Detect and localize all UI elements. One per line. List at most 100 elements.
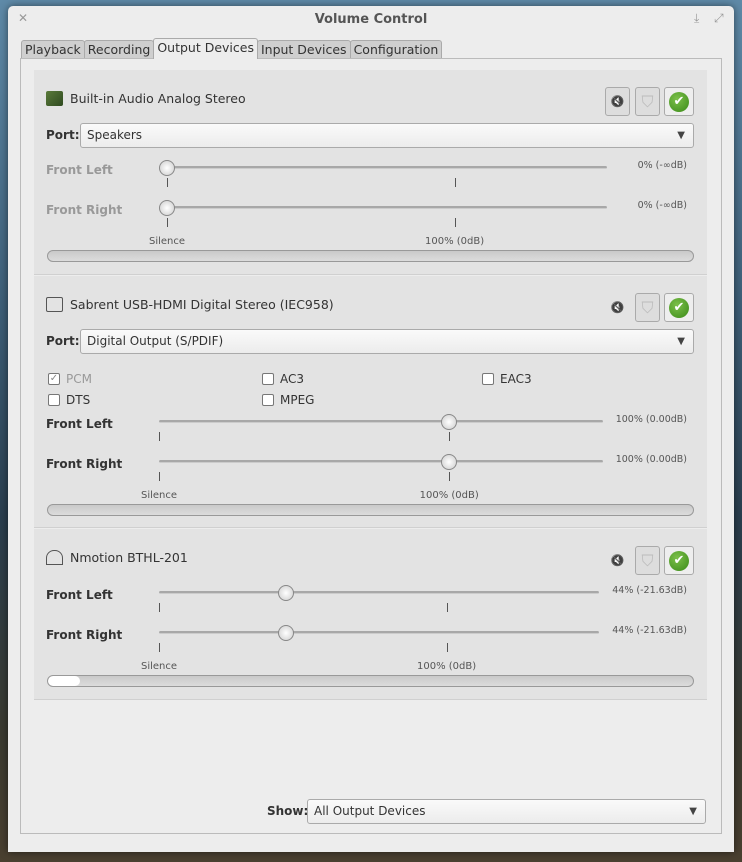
shield-icon: ⛉ [641,550,654,570]
format-checkbox-mpeg[interactable]: MPEG [262,393,314,407]
device-panel: Built-in Audio Analog Stereo 🔇 ⛉ ✔ Port: Spea… [34,70,707,275]
tick-silence [159,603,160,612]
format-label: PCM [66,372,92,386]
silence-label: Silence [140,490,178,501]
slider-handle[interactable] [441,454,458,470]
volume-slider[interactable] [159,631,599,634]
check-icon: ✔ [669,91,689,112]
volume-value: 100% (0.00dB) [615,454,687,465]
set-default-button[interactable]: ✔ [664,293,694,322]
format-checkbox-eac3[interactable]: EAC3 [482,372,532,386]
peak-meter [47,504,694,516]
tick-silence [159,643,160,652]
check-icon: ✔ [669,550,689,571]
tick-100 [454,178,456,187]
sound-card-icon [46,91,63,106]
port-label: Port: [46,128,80,142]
maximize-icon[interactable]: ⤢ [714,11,724,26]
tab-recording[interactable]: Recording [83,40,155,59]
device-name: Sabrent USB-HDMI Digital Stereo (IEC958) [70,297,334,312]
slider-handle[interactable] [159,200,175,216]
normal-volume-label: 100% (0dB) [425,236,485,247]
chevron-down-icon: ▼ [677,130,685,141]
silence-label: Silence [140,661,178,672]
slider-handle[interactable] [277,585,294,601]
normal-volume-label: 100% (0dB) [419,490,479,501]
slider-handle[interactable] [159,160,175,176]
channel-label: Front Right [46,628,123,642]
hdmi-icon [46,297,63,312]
shield-icon: ⛉ [641,91,654,111]
show-filter-value: All Output Devices [314,804,426,818]
peak-meter [47,250,694,262]
volume-value: 0% (-∞dB) [637,200,687,211]
chevron-down-icon: ▼ [689,806,697,817]
channel-label: Front Right [46,203,123,217]
set-default-button[interactable]: ✔ [664,546,694,575]
mute-button[interactable]: 🔇 [605,293,630,322]
format-checkbox-pcm: ✓ PCM [48,372,92,386]
channel-label: Front Right [46,457,123,471]
port-label: Port: [46,334,80,348]
tick-100 [449,432,451,441]
tick-silence [159,472,160,481]
lock-channels-button[interactable]: ⛉ [635,87,660,116]
peak-meter-fill [48,676,81,686]
volume-value: 100% (0.00dB) [615,414,687,425]
slider-handle[interactable] [441,414,458,430]
mute-button[interactable]: 🔇 [605,87,630,116]
window-title: Volume Control [314,12,428,27]
format-checkbox-dts[interactable]: DTS [48,393,90,407]
format-label: AC3 [280,372,305,386]
device-panel: Sabrent USB-HDMI Digital Stereo (IEC958)… [34,276,707,528]
port-value: Speakers [87,128,143,142]
tick-silence [159,432,160,441]
set-default-button[interactable]: ✔ [664,87,694,116]
channel-label: Front Left [46,588,113,602]
checkbox-box[interactable] [262,373,274,385]
headphones-icon [46,550,63,565]
device-panel: Nmotion BTHL-201 🔇 ⛉ ✔ Front Left 44% (-21.63… [34,529,707,700]
speaker-muted-icon: 🔇 [610,301,625,314]
port-select[interactable]: Speakers ▼ [80,123,694,148]
format-label: MPEG [280,393,315,407]
checkbox-box[interactable] [48,394,60,406]
peak-meter [47,675,694,687]
tick-silence [167,178,168,187]
tab-output-devices[interactable]: Output Devices [153,38,258,59]
volume-slider[interactable] [159,420,603,423]
format-label: EAC3 [500,372,532,386]
channel-label: Front Left [46,417,113,431]
format-label: DTS [66,393,91,407]
mute-button[interactable]: 🔇 [605,546,630,575]
checkbox-box[interactable] [482,373,494,385]
port-select[interactable]: Digital Output (S/PDIF) ▼ [80,329,694,354]
tick-silence [167,218,168,227]
minimize-icon[interactable]: ⤓ [694,11,699,26]
tick-100 [454,218,456,227]
tick-100 [446,603,448,612]
volume-slider[interactable] [159,460,603,463]
volume-value: 44% (-21.63dB) [612,585,687,596]
check-icon: ✔ [669,297,689,318]
show-label: Show: [267,804,309,818]
show-filter-select[interactable]: All Output Devices ▼ [307,799,706,824]
tab-playback[interactable]: Playback [21,40,85,59]
tick-100 [449,472,451,481]
device-name: Nmotion BTHL-201 [70,550,188,565]
port-value: Digital Output (S/PDIF) [87,334,224,348]
format-checkbox-ac3[interactable]: AC3 [262,372,304,386]
checkbox-box: ✓ [48,373,60,385]
tab-input-devices[interactable]: Input Devices [256,40,351,59]
volume-value: 0% (-∞dB) [637,160,687,171]
volume-value: 44% (-21.63dB) [612,625,687,636]
normal-volume-label: 100% (0dB) [417,661,477,672]
volume-slider[interactable] [159,591,599,594]
volume-slider[interactable] [167,206,607,209]
tab-configuration[interactable]: Configuration [349,40,443,59]
lock-channels-button[interactable]: ⛉ [635,293,660,322]
checkbox-box[interactable] [262,394,274,406]
lock-channels-button[interactable]: ⛉ [635,546,660,575]
slider-handle[interactable] [277,625,294,641]
volume-slider[interactable] [167,166,607,169]
